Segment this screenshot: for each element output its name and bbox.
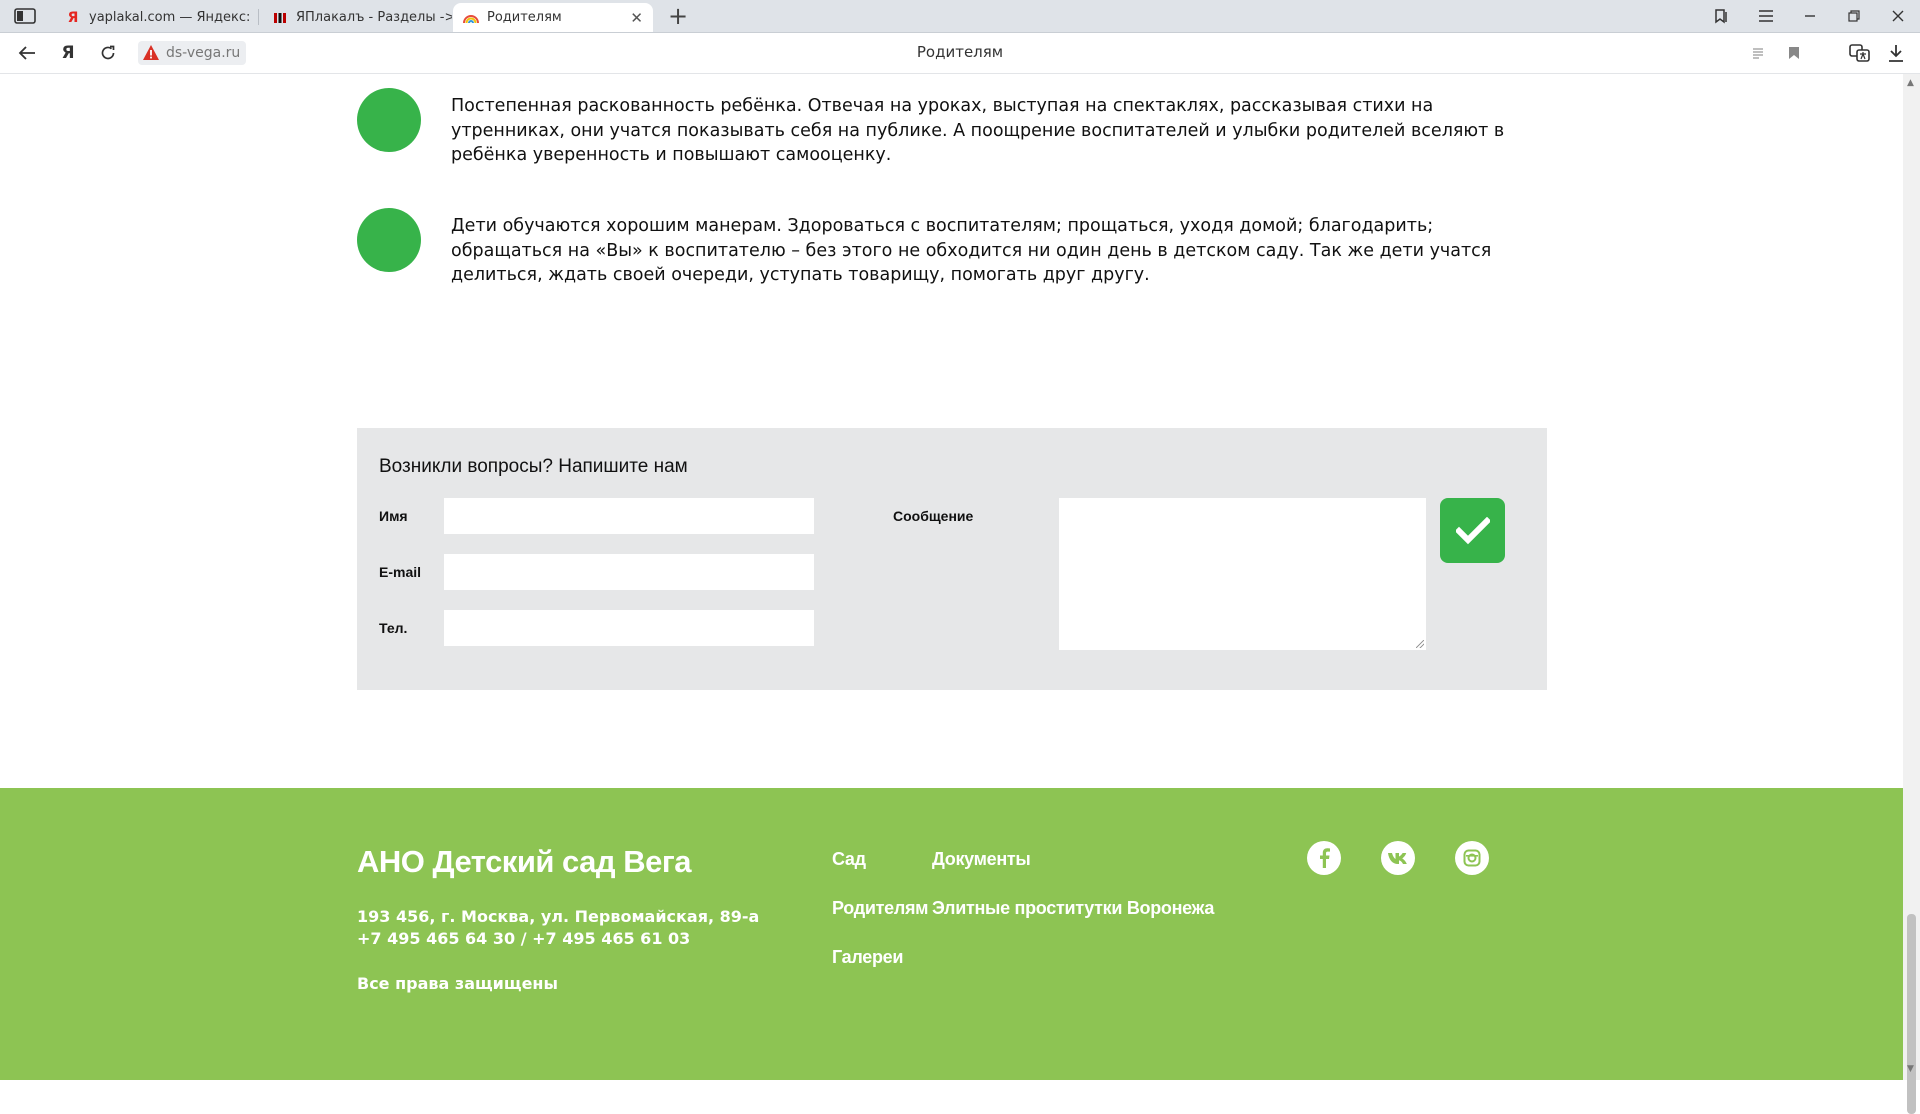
back-icon[interactable] (14, 41, 40, 65)
footer-contacts: 193 456, г. Москва, ул. Первомайская, 89… (357, 906, 759, 950)
footer-link-galleries[interactable]: Галереи (832, 947, 903, 968)
warning-icon[interactable] (142, 44, 160, 62)
restore-icon[interactable] (1832, 0, 1876, 32)
email-field[interactable] (444, 554, 814, 590)
yandex-logo-icon[interactable]: Я (55, 41, 81, 65)
page-title: Родителям (916, 43, 1004, 61)
benefit-text: Постепенная раскованность ребёнка. Отвеч… (451, 96, 1505, 165)
rainbow-icon (463, 10, 479, 26)
scroll-thumb[interactable] (1907, 914, 1916, 1114)
message-textarea[interactable] (1059, 498, 1426, 650)
address-bar-actions (1736, 39, 1910, 67)
footer-rights: Все права защищены (357, 974, 558, 993)
name-field[interactable] (444, 498, 814, 534)
footer-link-ad[interactable]: Элитные проститутки Воронежа (932, 898, 1214, 919)
phone-field[interactable] (444, 610, 814, 646)
footer-org-name: АНО Детский сад Вега (357, 844, 691, 879)
tab-yaplakal[interactable]: ЯПлакалъ - Разделы -> Ци (262, 3, 452, 32)
footer-link-documents[interactable]: Документы (932, 849, 1031, 870)
reader-mode-icon[interactable] (1744, 39, 1772, 67)
phone-label: Тел. (379, 620, 408, 636)
translate-icon[interactable] (1846, 39, 1874, 67)
scroll-up-icon[interactable]: ▲ (1907, 78, 1914, 88)
tab-title: ЯПлакалъ - Разделы -> Ци (296, 10, 452, 25)
url-field[interactable]: ds-vega.ru (138, 41, 247, 65)
yandex-icon: Я (67, 9, 79, 26)
new-tab-button[interactable]: + (665, 3, 691, 29)
minimize-icon[interactable] (1788, 0, 1832, 32)
footer-link-parents[interactable]: Родителям (832, 898, 928, 919)
resize-grip-icon[interactable] (1416, 640, 1424, 648)
bookmarks-collection-icon[interactable] (1700, 0, 1744, 32)
url-text: ds-vega.ru (166, 45, 241, 61)
close-tab-icon[interactable]: ✕ (630, 9, 643, 27)
email-label: E-mail (379, 564, 422, 580)
footer-address: 193 456, г. Москва, ул. Первомайская, 89… (357, 907, 760, 926)
instagram-icon[interactable] (1455, 841, 1489, 875)
tab-title: yaplakal.com — Яндекс: на (89, 10, 255, 25)
tab-yandex[interactable]: Я yaplakal.com — Яндекс: на (55, 3, 255, 32)
yaplakal-icon (272, 10, 288, 26)
address-bar: Я ds-vega.ru Родителям (0, 33, 1920, 74)
tab-bar: Я yaplakal.com — Яндекс: на ЯПлакалъ - Р… (0, 0, 1920, 33)
page-scrollbar[interactable]: ▲ ▼ (1903, 74, 1920, 1114)
window-controls (1700, 0, 1920, 32)
footer: АНО Детский сад Вега 193 456, г. Москва,… (0, 788, 1903, 1080)
green-bullet-icon (357, 88, 421, 152)
green-bullet-icon (357, 208, 421, 272)
tabs-panel-icon[interactable] (14, 7, 36, 25)
menu-icon[interactable] (1744, 0, 1788, 32)
checkmark-icon (1455, 516, 1490, 544)
reload-icon[interactable] (95, 41, 121, 65)
close-window-icon[interactable] (1876, 0, 1920, 32)
benefit-text: Дети обучаются хорошим манерам. Здороват… (451, 216, 1492, 285)
name-label: Имя (379, 508, 408, 524)
benefit-item: Постепенная раскованность ребёнка. Отвеч… (357, 88, 1507, 168)
page-content: Постепенная раскованность ребёнка. Отвеч… (0, 74, 1903, 1080)
tab-title: Родителям (487, 10, 562, 25)
tab-separator (258, 9, 259, 25)
contact-form-title: Возникли вопросы? Напишите нам (379, 456, 688, 477)
message-label: Сообщение (893, 508, 974, 524)
submit-button[interactable] (1440, 498, 1505, 563)
facebook-icon[interactable] (1307, 841, 1341, 875)
benefit-item: Дети обучаются хорошим манерам. Здороват… (357, 208, 1507, 288)
footer-phones: +7 495 465 64 30 / +7 495 465 61 03 (357, 929, 691, 948)
scroll-down-icon[interactable]: ▼ (1907, 1064, 1914, 1074)
vk-icon[interactable] (1381, 841, 1415, 875)
bookmark-icon[interactable] (1780, 39, 1808, 67)
contact-form: Возникли вопросы? Напишите нам Имя E-mai… (357, 428, 1547, 690)
tab-active[interactable]: Родителям ✕ (453, 3, 653, 32)
download-icon[interactable] (1882, 39, 1910, 67)
footer-link-sad[interactable]: Сад (832, 849, 866, 870)
